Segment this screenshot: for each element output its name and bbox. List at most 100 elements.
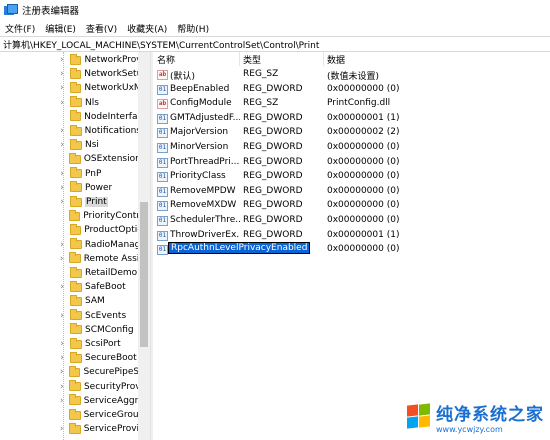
tree-item[interactable]: › SecurityProvi [0, 380, 140, 394]
value-name: ThrowDriverEx... [170, 229, 240, 240]
tree-item[interactable]: OSExtensionI [0, 152, 140, 166]
tree-item[interactable]: › Print [0, 195, 140, 209]
folder-icon [69, 380, 81, 392]
tree-item[interactable]: › ScsiPort [0, 337, 140, 351]
value-row[interactable]: 01 MinorVersion REG_DWORD 0x00000000 (0) [153, 141, 550, 156]
menu-help[interactable]: 帮助(H) [172, 22, 214, 35]
expand-chevron-icon[interactable]: › [57, 240, 67, 250]
tree-item-label: ServiceAggre [83, 395, 140, 406]
menu-view[interactable]: 查看(V) [81, 22, 122, 35]
value-row[interactable]: ab ConfigModule REG_SZ PrintConfig.dll [153, 97, 550, 112]
expand-chevron-icon[interactable]: › [57, 353, 67, 363]
tree-item[interactable]: › SafeBoot [0, 280, 140, 294]
value-row[interactable]: 01 SchedulerThre... REG_DWORD 0x00000000 (0… [153, 214, 550, 229]
expand-chevron-icon[interactable]: › [57, 311, 67, 321]
column-header-data[interactable]: 数据 [327, 52, 447, 67]
expand-chevron-icon[interactable]: › [57, 282, 67, 292]
tree-item-label: SecurityProvi [83, 381, 140, 392]
tree-item-label: ProductOptic [84, 225, 140, 236]
tree-guide-line [63, 52, 65, 440]
folder-icon [69, 408, 81, 420]
tree-item-label: ServiceProvic [83, 424, 141, 435]
expand-chevron-icon[interactable]: › [57, 126, 67, 136]
tree-item[interactable]: › PnP [0, 167, 140, 181]
key-tree[interactable]: › NetworkProv › NetworkSetu › NetworkUxM › Nls N… [0, 52, 150, 440]
expand-chevron-icon[interactable]: › [57, 83, 67, 93]
column-divider[interactable] [239, 52, 240, 66]
column-divider[interactable] [323, 52, 324, 66]
value-row[interactable]: 01 ThrowDriverEx... REG_DWORD 0x00000001 (1… [153, 229, 550, 244]
tree-item[interactable]: RetailDemo [0, 266, 140, 280]
value-row[interactable]: 01 RemoveMXDW REG_DWORD 0x00000000 (0) [153, 199, 550, 214]
value-name-edit-field[interactable]: RpcAuthnLevelPrivacyEnabled [167, 242, 311, 255]
value-row[interactable]: 01 GMTAdjustedF... REG_DWORD 0x00000001 (1) [153, 112, 550, 127]
tree-item[interactable]: › NetworkSetu [0, 67, 140, 81]
menu-file[interactable]: 文件(F) [0, 22, 40, 35]
value-name: RemoveMPDW [170, 185, 236, 196]
tree-item[interactable]: › Notifications [0, 124, 140, 138]
values-pane[interactable]: 名称 类型 数据 ab (默认) REG_SZ (数值未设置) 01 BeepEnable… [153, 52, 550, 440]
tree-item-label: Print [85, 197, 108, 207]
expand-chevron-icon[interactable]: › [57, 382, 66, 392]
expand-chevron-icon[interactable]: › [57, 140, 67, 150]
tree-item[interactable]: ProductOptic [0, 223, 140, 237]
tree-scrollbar[interactable] [138, 52, 150, 440]
expand-chevron-icon [57, 225, 67, 235]
expand-chevron-icon [57, 112, 67, 122]
expand-chevron-icon[interactable]: › [57, 69, 67, 79]
value-row[interactable]: 01 RpcAuthnLevelPrivacyEnabled 0x00000000 … [153, 242, 550, 258]
binary-value-icon: 01 [157, 186, 168, 197]
address-bar[interactable]: 计算机\HKEY_LOCAL_MACHINE\SYSTEM\CurrentCon… [0, 36, 550, 52]
tree-item[interactable]: PriorityContro [0, 209, 140, 223]
tree-item[interactable]: › SecureBoot [0, 351, 140, 365]
tree-item[interactable]: SCMConfig [0, 323, 140, 337]
binary-value-icon: 01 [157, 216, 168, 226]
folder-icon [70, 294, 82, 306]
value-data: 0x00000000 (0) [327, 200, 400, 211]
expand-chevron-icon[interactable]: › [57, 55, 67, 65]
tree-item[interactable]: › Power [0, 181, 140, 195]
value-row[interactable]: 01 PortThreadPri... REG_DWORD 0x00000000 (0… [153, 156, 550, 171]
tree-item[interactable]: › ServiceProvic [0, 422, 140, 436]
tree-scrollbar-thumb[interactable] [140, 202, 148, 347]
folder-icon [70, 280, 82, 292]
value-name: PriorityClass [170, 171, 226, 182]
column-header-name[interactable]: 名称 [157, 52, 237, 67]
menu-favorites[interactable]: 收藏夹(A) [122, 22, 172, 35]
tree-item[interactable]: › Remote Assis [0, 252, 140, 266]
value-type: REG_DWORD [243, 156, 303, 167]
tree-item[interactable]: › Nls [0, 96, 140, 110]
tree-item[interactable]: › NetworkUxM [0, 81, 140, 95]
tree-item[interactable]: › ScEvents [0, 309, 140, 323]
tree-item[interactable]: NodeInterfac [0, 110, 140, 124]
menu-edit[interactable]: 编辑(E) [40, 22, 81, 35]
tree-item[interactable]: › SecurePipeSe [0, 365, 140, 379]
value-row[interactable]: 01 RemoveMPDW REG_DWORD 0x00000000 (0) [153, 185, 550, 200]
address-path[interactable]: 计算机\HKEY_LOCAL_MACHINE\SYSTEM\CurrentCon… [3, 38, 319, 51]
folder-icon [70, 351, 82, 363]
expand-chevron-icon [57, 154, 66, 164]
tree-item[interactable]: › RadioManag [0, 238, 140, 252]
tree-item-label: NetworkUxM [84, 83, 140, 94]
tree-item[interactable]: SAM [0, 294, 140, 308]
tree-item-label: Power [85, 182, 113, 193]
value-row[interactable]: ab (默认) REG_SZ (数值未设置) [153, 68, 550, 83]
binary-value-icon: 01 [157, 230, 168, 241]
expand-chevron-icon[interactable]: › [57, 339, 67, 349]
value-row[interactable]: 01 BeepEnabled REG_DWORD 0x00000000 (0) [153, 83, 550, 98]
tree-item[interactable]: ServiceGroup [0, 408, 140, 422]
expand-chevron-icon[interactable]: › [57, 169, 67, 179]
value-row[interactable]: 01 MajorVersion REG_DWORD 0x00000002 (2) [153, 126, 550, 141]
folder-icon [69, 110, 82, 122]
expand-chevron-icon[interactable]: › [57, 183, 67, 193]
tree-item[interactable]: › ServiceAggre [0, 394, 140, 408]
value-type: REG_DWORD [243, 127, 303, 138]
expand-chevron-icon[interactable]: › [57, 197, 67, 207]
tree-item[interactable]: › NetworkProv [0, 53, 140, 67]
value-name: BeepEnabled [170, 83, 230, 94]
column-header-type[interactable]: 类型 [243, 52, 323, 67]
value-row[interactable]: 01 PriorityClass REG_DWORD 0x00000000 (0) [153, 170, 550, 185]
tree-item[interactable]: › Nsi [0, 138, 140, 152]
expand-chevron-icon[interactable]: › [57, 98, 67, 108]
value-name: SchedulerThre... [170, 215, 240, 225]
